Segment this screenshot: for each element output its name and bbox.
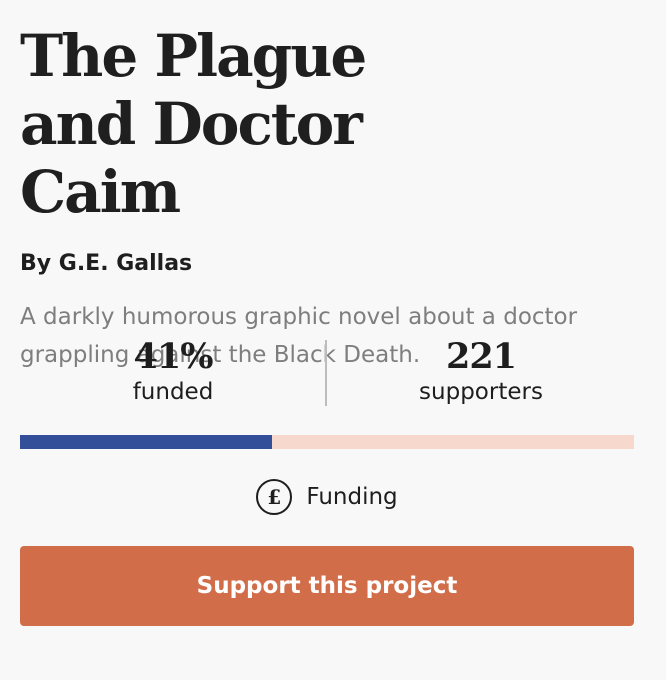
funding-stats: 41% funded 221 supporters — [20, 338, 634, 412]
project-title: The Plague and Doctor Caim — [20, 22, 367, 226]
project-author: By G.E. Gallas — [20, 251, 193, 276]
funded-label: funded — [132, 379, 214, 405]
pound-icon: £ — [256, 479, 293, 515]
funded-percent: 41% — [133, 336, 214, 377]
funding-status: £ Funding — [20, 477, 634, 517]
support-project-button[interactable]: Support this project — [20, 546, 634, 626]
supporters-count: 221 — [445, 336, 517, 377]
funded-stat: 41% funded — [23, 338, 323, 408]
funding-progress-bar — [20, 435, 634, 449]
funding-progress-fill — [20, 435, 272, 449]
stats-divider — [325, 340, 327, 406]
project-card: The Plague and Doctor Caim By G.E. Galla… — [20, 22, 634, 626]
funding-status-label: Funding — [306, 484, 398, 510]
supporters-stat: 221 supporters — [328, 338, 634, 408]
supporters-label: supporters — [419, 379, 543, 405]
